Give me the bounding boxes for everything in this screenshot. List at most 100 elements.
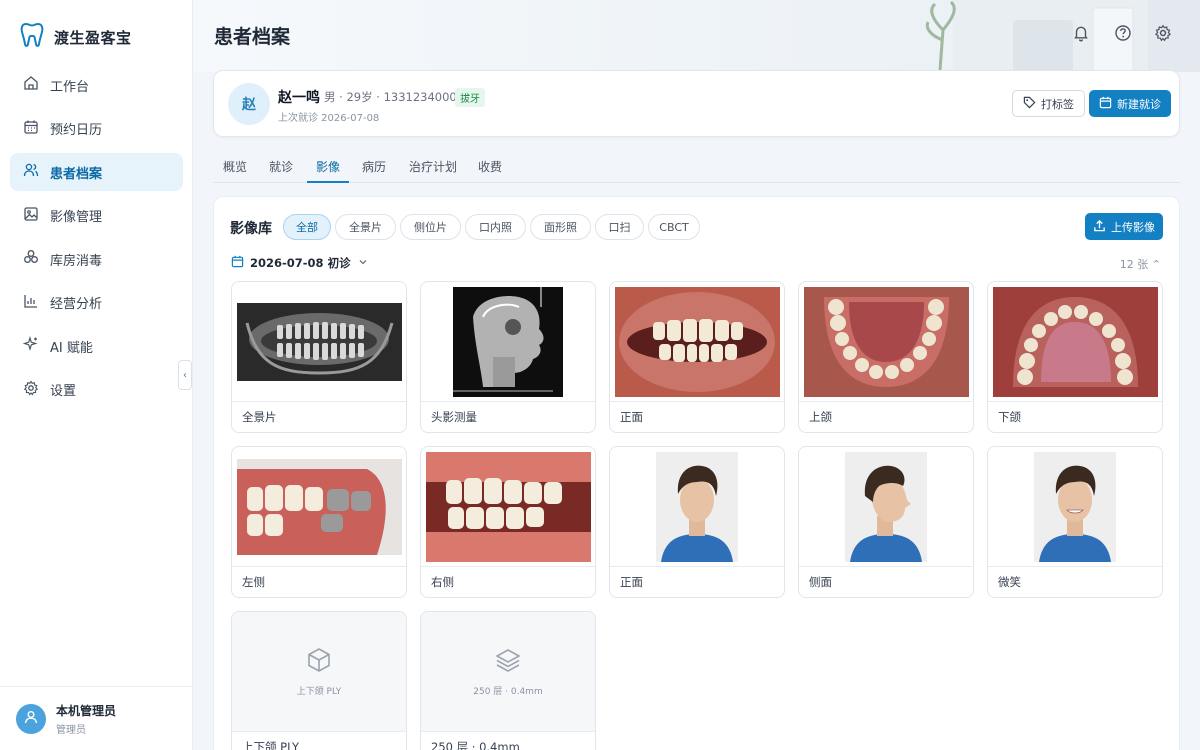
face-front-photo [610,447,784,567]
filter-intraoral[interactable]: 口内照 [465,214,526,240]
scan-placeholder: 上下颌 PLY [232,612,406,732]
tag-icon [1023,96,1036,112]
image-card-face-smile[interactable]: 微笑 [987,446,1163,598]
image-card-ceph[interactable]: 头影测量 [420,281,596,433]
image-card-3d-scan[interactable]: 上下颌 PLY 上下颌 PLY [231,611,407,750]
sidebar-item-label: 预约日历 [50,123,103,138]
filter-facial[interactable]: 面形照 [530,214,591,240]
patient-last-visit: 上次就诊 2026-07-08 [278,113,380,124]
face-smile-photo [988,447,1162,567]
sidebar-item-workbench[interactable]: 工作台 [10,66,183,104]
gallery-title: 影像库 [230,221,272,237]
header-decoration-image [925,0,1200,72]
patient-avatar: 赵 [228,83,270,125]
intraoral-lower-image [988,282,1162,402]
user-icon [23,709,39,729]
image-card-label: 头影测量 [431,410,477,424]
tooth-logo-icon [20,22,44,52]
sidebar-item-patients[interactable]: 患者档案 [10,153,183,191]
image-card-cbct[interactable]: 250 层 · 0.4mm 250 层 · 0.4mm [420,611,596,750]
tag-button[interactable]: 打标签 [1012,90,1085,117]
patient-meta: 男 · 29岁 · 13312340006 [324,90,465,104]
date-group-toggle[interactable]: 2026-07-08 初诊 [231,255,369,271]
image-card-label: 下颌 [998,410,1021,424]
image-card-intraoral-front[interactable]: 正面 [609,281,785,433]
image-card-intraoral-right[interactable]: 右侧 [420,446,596,598]
sidebar-item-analytics[interactable]: 经营分析 [10,284,183,322]
tab-treatment-plan[interactable]: 治疗计划 [409,158,457,183]
sparkle-icon [22,335,39,356]
intraoral-upper-image [799,282,973,402]
tab-records[interactable]: 病历 [362,158,386,183]
image-card-face-front[interactable]: 正面 [609,446,785,598]
tab-overview[interactable]: 概览 [223,158,247,183]
sidebar-item-calendar[interactable]: 预约日历 [10,110,183,148]
cube-icon [305,646,333,678]
image-card-label: 正面 [620,410,643,424]
cephalometric-xray-image [421,282,595,402]
settings-gear-icon[interactable] [1154,24,1172,42]
panoramic-xray-image [232,282,406,402]
chevron-up-icon: ⌃ [1151,258,1161,271]
sidebar-item-label: 设置 [50,384,77,399]
bell-icon[interactable] [1072,24,1090,42]
sidebar-item-label: 库房消毒 [50,253,103,269]
filter-panoramic[interactable]: 全景片 [335,214,396,240]
intraoral-right-image [421,447,595,567]
image-card-label: 250 层 · 0.4mm [431,740,520,750]
sidebar-nav: 工作台 预约日历 患者档案 影像管理 库房消毒 经营分析 AI 赋能 设置 [10,66,183,414]
image-count[interactable]: 12 张 ⌃ [1120,256,1161,272]
sidebar-item-label: 工作台 [50,79,90,95]
calendar-icon [23,119,39,139]
tab-visits[interactable]: 就诊 [269,158,293,183]
filter-all[interactable]: 全部 [283,214,331,240]
patient-name: 赵一鸣 [278,90,320,106]
current-user[interactable]: 本机管理员 管理员 [0,686,193,750]
image-card-face-side[interactable]: 侧面 [798,446,974,598]
date-group-label: 2026-07-08 初诊 [250,256,351,270]
boxes-icon [23,249,39,269]
upload-image-button[interactable]: 上传影像 [1085,213,1163,240]
tab-imaging[interactable]: 影像 [307,158,349,183]
new-visit-button[interactable]: 新建就诊 [1089,90,1171,117]
image-card-intraoral-left[interactable]: 左侧 [231,446,407,598]
sidebar-collapse-button[interactable]: ‹ [178,360,192,390]
filter-cbct[interactable]: CBCT [648,214,700,240]
layers-icon [494,646,522,678]
sidebar-item-imaging[interactable]: 影像管理 [10,197,183,235]
calendar-icon [231,255,244,271]
sidebar-item-label: 影像管理 [50,210,103,225]
sidebar-item-settings[interactable]: 设置 [10,371,183,409]
user-name: 本机管理员 [56,703,117,718]
image-card-label: 右侧 [431,575,454,589]
sidebar-item-ai[interactable]: AI 赋能 [10,327,183,365]
filter-ceph[interactable]: 侧位片 [400,214,461,240]
sidebar-item-label: 经营分析 [50,297,103,312]
sidebar-item-warehouse[interactable]: 库房消毒 [10,240,183,278]
bar-chart-icon [23,293,39,313]
image-card-label: 正面 [620,575,643,589]
home-icon [23,75,39,95]
cbct-caption: 250 层 · 0.4mm [473,687,543,697]
filter-scan[interactable]: 口扫 [595,214,644,240]
image-card-intraoral-lower[interactable]: 下颌 [987,281,1163,433]
image-library-panel: 影像库 全部 全景片 侧位片 口内照 面形照 口扫 CBCT 上传影像 2026… [213,196,1180,750]
patient-summary-card: 赵 赵一鸣 男 · 29岁 · 13312340006 拔牙 上次就诊 2026… [213,70,1180,137]
brand[interactable]: 渡生盈客宝 [20,22,132,52]
intraoral-left-image [232,447,406,567]
page-title: 患者档案 [214,26,291,48]
tab-billing[interactable]: 收费 [478,158,502,183]
sidebar-item-label: 患者档案 [50,166,103,182]
calendar-plus-icon [1099,96,1112,112]
image-card-panoramic[interactable]: 全景片 [231,281,407,433]
tag-button-label: 打标签 [1041,97,1074,111]
image-card-label: 左侧 [242,575,265,589]
header-background [193,0,1200,72]
chevron-left-icon: ‹ [183,369,187,381]
image-card-label: 微笑 [998,575,1021,589]
help-icon[interactable] [1114,24,1132,42]
image-card-intraoral-upper[interactable]: 上颌 [798,281,974,433]
face-side-photo [799,447,973,567]
patient-tabs: 概览 就诊 影像 病历 治疗计划 收费 [213,150,1180,183]
upload-label: 上传影像 [1111,220,1155,234]
